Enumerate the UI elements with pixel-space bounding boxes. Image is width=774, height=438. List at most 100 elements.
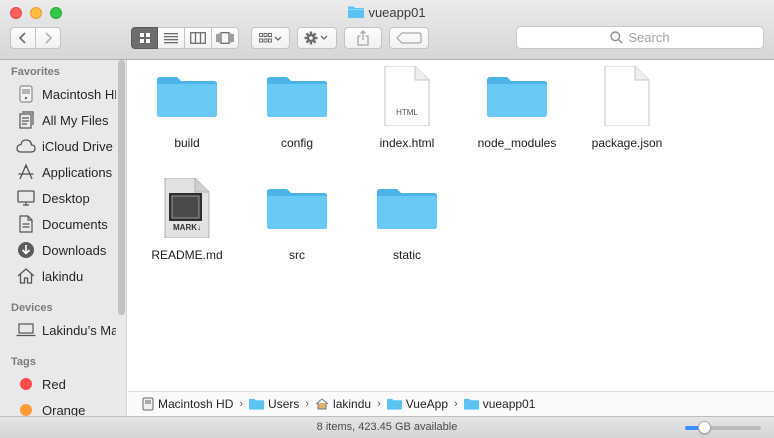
desktop-icon: [16, 189, 36, 207]
folder-icon: [249, 398, 265, 410]
sidebar-item-label: Lakindu’s MacBook: [42, 322, 116, 338]
tag-dot: [20, 378, 32, 390]
grid-icon: [139, 33, 150, 43]
path-crumb-lakindu[interactable]: lakindu: [315, 397, 371, 411]
path-crumb-users[interactable]: Users: [249, 397, 299, 411]
sidebar-item-applications[interactable]: Applications: [16, 162, 116, 182]
chevron-left-icon: [18, 32, 26, 44]
file-item-index-html[interactable]: HTML index.html: [352, 60, 462, 164]
chevron-right-icon: ›: [239, 398, 244, 410]
icon-view-button[interactable]: [131, 27, 158, 49]
sidebar-item-label: Orange: [42, 402, 86, 418]
home-icon: [315, 398, 329, 410]
sidebar-item-macintosh-hd[interactable]: Macintosh HD: [16, 84, 116, 104]
sidebar-scrollbar[interactable]: [118, 60, 125, 315]
home-icon: [16, 267, 36, 285]
folder-icon: [348, 6, 365, 18]
arrange-grid-icon: [258, 33, 281, 43]
gear-icon: [304, 31, 328, 45]
slider-knob[interactable]: [698, 421, 711, 434]
folder-icon: [487, 77, 547, 117]
file-badge: HTML: [396, 108, 418, 117]
file-item-static[interactable]: static: [352, 172, 462, 276]
sidebar-item-label: iCloud Drive: [42, 138, 113, 154]
file-name: index.html: [379, 136, 435, 150]
edit-tags-button[interactable]: [389, 27, 429, 49]
folder-icon: [267, 189, 327, 229]
sidebar-item-label: lakindu: [42, 268, 84, 284]
status-bar: 8 items, 423.45 GB available: [0, 416, 774, 438]
forward-button[interactable]: [35, 27, 61, 49]
all-files-icon: [16, 111, 36, 129]
cover-flow-view-button[interactable]: [212, 27, 239, 49]
sidebar-tag-orange[interactable]: Orange: [16, 400, 116, 417]
arrange-button[interactable]: [251, 27, 290, 49]
window-toolbar: vueapp01 Search: [0, 0, 774, 60]
columns-icon: [190, 32, 206, 44]
file-item-package-json[interactable]: package.json: [572, 60, 682, 164]
share-icon: [357, 30, 369, 46]
file-name: static: [392, 248, 421, 262]
file-name: config: [280, 136, 314, 150]
path-crumb-label: Users: [268, 397, 300, 411]
downloads-icon: [16, 241, 36, 259]
sidebar: Favorites Macintosh HD All My Files iClo…: [0, 60, 127, 417]
red-tag-dot-icon: [16, 375, 36, 393]
sidebar-item-label: Macintosh HD: [42, 86, 116, 102]
search-field[interactable]: Search: [516, 26, 764, 49]
file-name: package.json: [591, 136, 663, 150]
file-item-build[interactable]: build: [132, 60, 242, 164]
back-button[interactable]: [10, 27, 36, 49]
file-name: README.md: [151, 248, 223, 262]
status-text: 8 items, 423.45 GB available: [316, 421, 458, 433]
sidebar-item-label: All My Files: [42, 112, 109, 128]
chevron-right-icon: ›: [454, 398, 458, 410]
sidebar-heading-devices: Devices: [11, 302, 53, 314]
file-badge: MARK↓: [173, 223, 201, 232]
list-icon: [164, 33, 178, 44]
tag-dot: [20, 404, 32, 416]
path-crumb-macintosh-hd[interactable]: Macintosh HD: [142, 397, 233, 411]
folder-icon: [386, 398, 402, 410]
laptop-icon: [16, 321, 36, 339]
sidebar-item-macbook[interactable]: Lakindu’s MacBook: [16, 320, 116, 340]
sidebar-item-all-my-files[interactable]: All My Files: [16, 110, 116, 130]
column-view-button[interactable]: [185, 27, 212, 49]
sidebar-item-icloud-drive[interactable]: iCloud Drive: [16, 136, 116, 156]
sidebar-item-label: Applications: [42, 164, 113, 180]
file-name: node_modules: [477, 136, 557, 150]
file-name: build: [174, 136, 200, 150]
hard-drive-icon: [142, 397, 154, 411]
window-title-text: vueapp01: [368, 5, 426, 20]
sidebar-item-documents[interactable]: Documents: [16, 214, 116, 234]
file-item-config[interactable]: config: [242, 60, 352, 164]
chevron-right-icon: ›: [377, 398, 381, 410]
path-crumb-vueapp01[interactable]: vueapp01: [463, 397, 535, 411]
chevron-right-icon: [45, 32, 53, 44]
file-name: src: [289, 248, 305, 262]
sidebar-item-lakindu[interactable]: lakindu: [16, 266, 116, 286]
window-title: vueapp01: [0, 5, 774, 20]
sidebar-item-desktop[interactable]: Desktop: [16, 188, 116, 208]
share-button[interactable]: [344, 27, 382, 49]
path-crumb-label: VueApp: [405, 397, 449, 411]
sidebar-heading-favorites: Favorites: [11, 66, 60, 78]
folder-icon: [267, 77, 327, 117]
sidebar-item-downloads[interactable]: Downloads: [16, 240, 116, 260]
action-button[interactable]: [297, 27, 337, 49]
folder-icon: [377, 189, 437, 229]
icon-size-slider[interactable]: [685, 421, 761, 434]
file-item-readme-md[interactable]: MARK↓ README.md: [132, 172, 242, 276]
file-item-src[interactable]: src: [242, 172, 352, 276]
document-icon: [604, 66, 650, 126]
list-view-button[interactable]: [158, 27, 185, 49]
file-item-node-modules[interactable]: node_modules: [462, 60, 572, 164]
sidebar-heading-tags: Tags: [11, 356, 36, 368]
chevron-right-icon: ›: [305, 398, 310, 410]
path-crumb-label: Macintosh HD: [158, 397, 234, 411]
sidebar-tag-red[interactable]: Red: [16, 374, 116, 394]
path-crumb-vueapp[interactable]: VueApp: [386, 397, 449, 411]
search-placeholder: Search: [628, 30, 670, 45]
folder-icon: [463, 398, 479, 410]
view-mode-selector: [131, 27, 239, 49]
